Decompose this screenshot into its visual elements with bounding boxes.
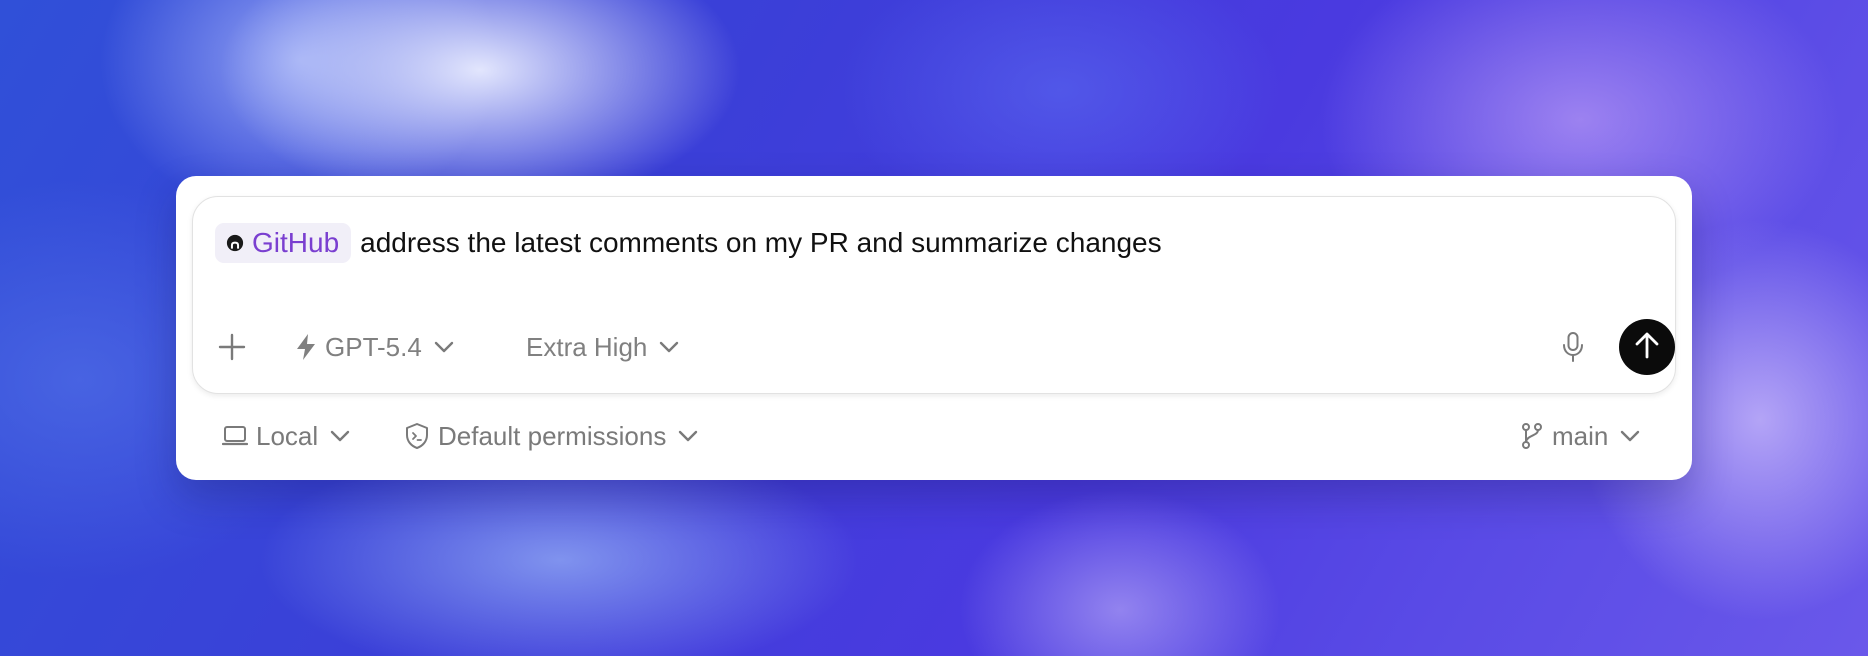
model-selector[interactable]: GPT-5.4 — [295, 319, 454, 375]
composer-toolbar: GPT-5.4 Extra High — [193, 319, 1675, 375]
git-branch-icon — [1520, 422, 1544, 450]
chevron-down-icon — [434, 341, 454, 353]
environment-label: Local — [256, 420, 319, 451]
reasoning-label: Extra High — [526, 331, 648, 362]
arrow-up-icon — [1632, 330, 1662, 365]
prompt-text: address the latest comments on my PR and… — [360, 227, 1162, 258]
github-mention-chip[interactable]: GitHub — [215, 223, 352, 263]
chevron-down-icon — [330, 430, 350, 442]
send-button[interactable] — [1619, 319, 1675, 375]
chevron-down-icon — [659, 341, 679, 353]
branch-selector[interactable]: main — [1520, 414, 1640, 458]
prompt-input-card[interactable]: GitHub address the latest comments on my… — [192, 196, 1676, 394]
github-icon — [225, 233, 245, 253]
prompt-input[interactable]: GitHub address the latest comments on my… — [215, 223, 1162, 263]
reasoning-effort-selector[interactable]: Extra High — [526, 319, 679, 375]
plus-icon — [217, 332, 247, 362]
model-label: GPT-5.4 — [325, 331, 422, 362]
lightning-icon — [295, 333, 317, 361]
chevron-down-icon — [1620, 430, 1640, 442]
add-attachment-button[interactable] — [217, 319, 247, 375]
chevron-down-icon — [678, 430, 698, 442]
permissions-label: Default permissions — [438, 420, 667, 451]
composer-panel: GitHub address the latest comments on my… — [176, 176, 1692, 480]
environment-selector[interactable]: Local — [222, 414, 350, 458]
microphone-icon — [1561, 331, 1585, 363]
branch-label: main — [1552, 420, 1609, 451]
shield-terminal-icon — [404, 422, 430, 450]
permissions-selector[interactable]: Default permissions — [404, 414, 698, 458]
github-chip-label: GitHub — [252, 227, 340, 258]
voice-input-button[interactable] — [1561, 319, 1585, 375]
laptop-icon — [222, 425, 248, 447]
